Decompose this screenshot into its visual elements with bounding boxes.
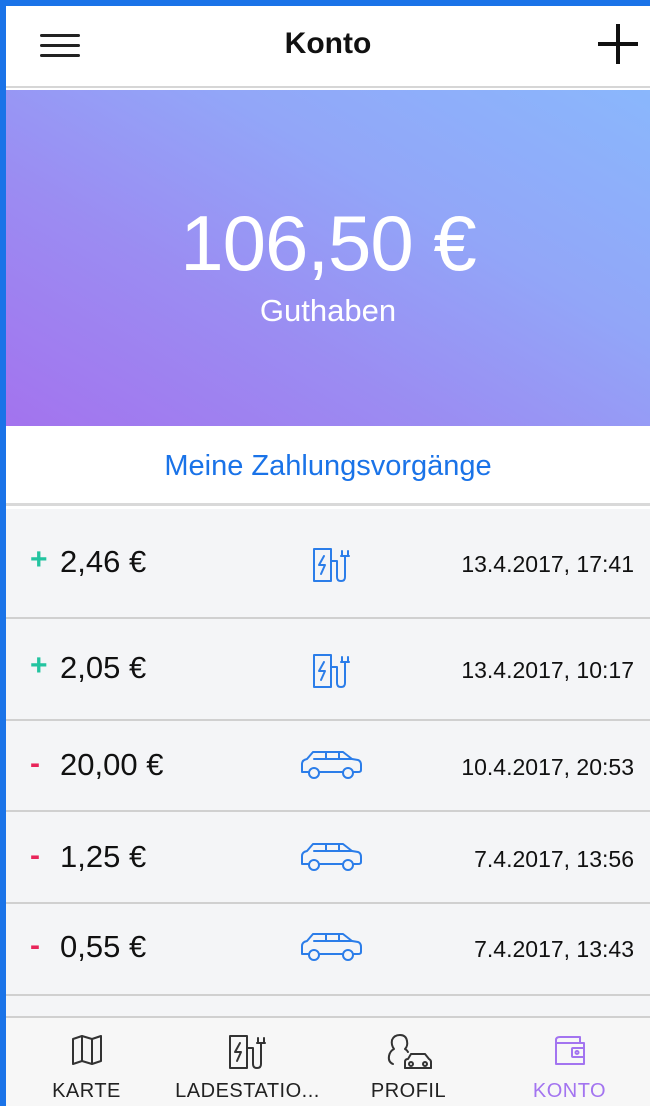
transaction-date: 13.4.2017, 10:17 [461,657,634,683]
transaction-amount: 0,55 € [60,929,147,964]
transaction-list: + 2,46 € 13.4.2017, 17:41 + 2,05 € 13.4.… [6,509,650,1016]
top-navigation-bar: Konto [6,6,650,88]
car-icon [298,840,364,879]
transaction-row[interactable]: + 2,46 € 13.4.2017, 17:41 [6,509,650,619]
transaction-row[interactable]: + 2,05 € 13.4.2017, 10:17 [6,619,650,721]
transaction-sign: + [30,543,48,576]
tab-ladestationen[interactable]: LADESTATIO... [167,1018,328,1106]
transaction-row[interactable]: - 0,55 € 7.4.2017, 13:43 [6,904,650,996]
tab-label: PROFIL [370,1080,447,1102]
charging-station-icon [312,653,352,694]
transaction-amount: 2,46 € [60,544,147,579]
payments-section-title[interactable]: Meine Zahlungsvorgänge [6,426,650,506]
tab-karte[interactable]: KARTE [6,1018,167,1106]
plus-icon[interactable] [594,20,642,68]
balance-card: 106,50 € Guthaben [6,90,650,426]
map-icon [71,1035,102,1065]
car-icon [298,930,364,969]
transaction-date: 7.4.2017, 13:56 [474,846,634,872]
balance-amount: 106,50 € [180,199,477,287]
transaction-sign: - [30,747,40,780]
transaction-sign: - [30,839,40,872]
car-icon [298,748,364,787]
tab-label: LADESTATIO... [175,1080,320,1102]
transaction-row[interactable]: - 20,00 € 10.4.2017, 20:53 [6,721,650,812]
app-screen: Konto 106,50 € Guthaben Meine Zahlungsvo… [6,6,650,1106]
charging-station-icon [312,547,352,588]
transaction-sign: + [30,649,48,682]
tab-label: KONTO [532,1080,607,1102]
transaction-date: 10.4.2017, 20:53 [461,754,634,780]
transaction-amount: 20,00 € [60,747,164,782]
bottom-tab-bar: KARTE LADESTATIO... PROFIL KONTO [6,1016,650,1106]
transaction-date: 13.4.2017, 17:41 [461,551,634,577]
balance-label: Guthaben [259,293,397,328]
tab-label: KARTE [52,1080,121,1102]
transaction-date: 7.4.2017, 13:43 [474,936,634,962]
payments-section-header: Meine Zahlungsvorgänge [6,426,650,506]
transaction-amount: 1,25 € [60,839,147,874]
transaction-sign: - [30,929,40,962]
wallet-icon [554,1036,585,1065]
tab-konto[interactable]: KONTO [489,1018,650,1106]
page-title: Konto [284,27,372,60]
hamburger-menu-icon[interactable] [36,26,84,66]
charging-station-icon [228,1035,266,1069]
transaction-row[interactable]: - 1,25 € 7.4.2017, 13:56 [6,812,650,904]
transaction-amount: 2,05 € [60,650,147,685]
tab-profil[interactable]: PROFIL [328,1018,489,1106]
profile-car-icon [387,1034,432,1069]
